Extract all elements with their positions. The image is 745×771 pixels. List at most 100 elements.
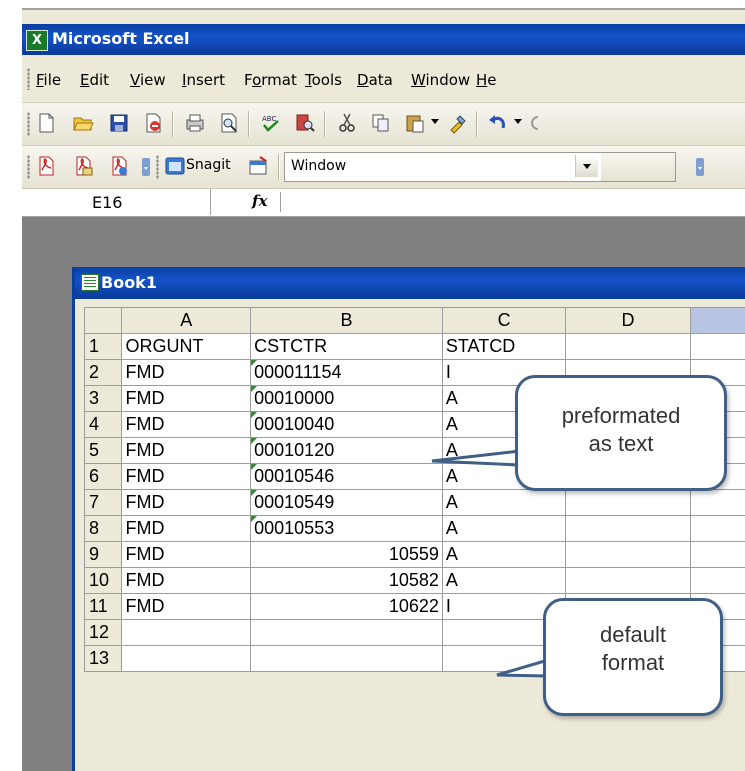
cell-c-8[interactable]: A: [441, 515, 567, 542]
cell-b-5[interactable]: 00010120: [250, 437, 443, 464]
title-bar[interactable]: X Microsoft Excel: [22, 24, 745, 55]
cell-e-1[interactable]: [689, 333, 745, 360]
paste-icon[interactable]: [404, 112, 426, 134]
undo-icon[interactable]: [487, 112, 509, 134]
column-header-a[interactable]: A: [121, 307, 252, 334]
number-as-text-indicator-icon[interactable]: [251, 438, 258, 444]
cut-icon[interactable]: [336, 112, 358, 134]
research-icon[interactable]: [294, 112, 316, 134]
cell-b-7[interactable]: 00010549: [250, 489, 443, 516]
row-header[interactable]: 2: [83, 359, 123, 386]
cell-a-1[interactable]: ORGUNT: [121, 333, 252, 360]
number-as-text-indicator-icon[interactable]: [251, 516, 258, 522]
print-preview-icon[interactable]: [218, 112, 240, 134]
cell-a-12[interactable]: [121, 619, 252, 646]
cell-e-10[interactable]: [689, 567, 745, 594]
insert-function-icon[interactable]: fx: [252, 192, 267, 210]
toolbar-options-icon[interactable]: [696, 158, 704, 176]
cell-a-6[interactable]: FMD: [121, 463, 252, 490]
cell-c-9[interactable]: A: [441, 541, 567, 568]
cell-e-9[interactable]: [689, 541, 745, 568]
cell-b-3[interactable]: 00010000: [250, 385, 443, 412]
workbook-title-bar[interactable]: Book1: [75, 267, 745, 299]
cell-a-11[interactable]: FMD: [121, 593, 252, 620]
cell-a-5[interactable]: FMD: [121, 437, 252, 464]
cell-d-1[interactable]: [565, 333, 691, 360]
number-as-text-indicator-icon[interactable]: [251, 412, 258, 418]
menu-item-file[interactable]: File: [36, 71, 61, 89]
row-header[interactable]: 5: [83, 437, 123, 464]
cell-d-7[interactable]: [565, 489, 691, 516]
new-document-icon[interactable]: [35, 112, 57, 134]
menu-item-he[interactable]: He: [476, 71, 497, 89]
name-box[interactable]: E16: [22, 189, 211, 215]
paste-dropdown-icon[interactable]: [431, 119, 439, 124]
snagit-icon[interactable]: [164, 155, 186, 177]
row-header[interactable]: 10: [83, 567, 123, 594]
undo-dropdown-icon[interactable]: [514, 119, 522, 124]
column-header-e[interactable]: [689, 307, 745, 334]
pdf-email-icon[interactable]: [72, 155, 94, 177]
spelling-icon[interactable]: ABC: [260, 112, 282, 134]
workbook-icon[interactable]: [81, 274, 99, 291]
snagit-profile-icon[interactable]: [248, 155, 270, 177]
cell-a-4[interactable]: FMD: [121, 411, 252, 438]
column-header-d[interactable]: D: [565, 307, 691, 334]
cell-b-8[interactable]: 00010553: [250, 515, 443, 542]
row-header[interactable]: 1: [83, 333, 123, 360]
cell-a-13[interactable]: [121, 645, 252, 672]
cell-b-9[interactable]: 10559: [250, 541, 443, 568]
row-header[interactable]: 3: [83, 385, 123, 412]
print-icon[interactable]: [184, 112, 206, 134]
cell-b-1[interactable]: CSTCTR: [250, 333, 443, 360]
row-header[interactable]: 6: [83, 463, 123, 490]
redo-icon[interactable]: [528, 112, 538, 134]
cell-a-3[interactable]: FMD: [121, 385, 252, 412]
cell-a-8[interactable]: FMD: [121, 515, 252, 542]
cell-a-9[interactable]: FMD: [121, 541, 252, 568]
number-as-text-indicator-icon[interactable]: [251, 360, 258, 366]
cell-b-13[interactable]: [250, 645, 443, 672]
open-folder-icon[interactable]: [72, 112, 94, 134]
cell-e-8[interactable]: [689, 515, 745, 542]
snagit-button-label[interactable]: Snagit: [186, 157, 231, 173]
cell-c-1[interactable]: STATCD: [441, 333, 567, 360]
capture-mode-dropdown-button[interactable]: [575, 155, 598, 177]
cell-e-7[interactable]: [689, 489, 745, 516]
cell-d-9[interactable]: [565, 541, 691, 568]
menu-item-data[interactable]: Data: [357, 71, 393, 89]
cell-b-12[interactable]: [250, 619, 443, 646]
format-painter-icon[interactable]: [447, 112, 469, 134]
menu-item-edit[interactable]: Edit: [80, 71, 109, 89]
cell-b-10[interactable]: 10582: [250, 567, 443, 594]
cell-c-7[interactable]: A: [441, 489, 567, 516]
menu-item-format[interactable]: Format: [244, 71, 297, 89]
column-header-c[interactable]: C: [441, 307, 567, 334]
row-header[interactable]: 8: [83, 515, 123, 542]
copy-icon[interactable]: [370, 112, 392, 134]
row-header[interactable]: 7: [83, 489, 123, 516]
save-icon[interactable]: [108, 112, 130, 134]
number-as-text-indicator-icon[interactable]: [251, 464, 258, 470]
menubar-grip-handle[interactable]: [27, 68, 30, 90]
menu-item-insert[interactable]: Insert: [182, 71, 225, 89]
row-header[interactable]: 13: [83, 645, 123, 672]
number-as-text-indicator-icon[interactable]: [251, 386, 258, 392]
cell-b-2[interactable]: 000011154: [250, 359, 443, 386]
column-header-b[interactable]: B: [250, 307, 443, 334]
cell-c-10[interactable]: A: [441, 567, 567, 594]
toolbar-grip-handle[interactable]: [27, 112, 30, 136]
menu-item-window[interactable]: Window: [411, 71, 470, 89]
excel-app-icon[interactable]: X: [26, 30, 48, 51]
cell-a-2[interactable]: FMD: [121, 359, 252, 386]
cell-d-8[interactable]: [565, 515, 691, 542]
cell-b-4[interactable]: 00010040: [250, 411, 443, 438]
cell-b-11[interactable]: 10622: [250, 593, 443, 620]
toolbar-options-icon[interactable]: [142, 158, 150, 176]
cell-d-10[interactable]: [565, 567, 691, 594]
cell-a-7[interactable]: FMD: [121, 489, 252, 516]
number-as-text-indicator-icon[interactable]: [251, 490, 258, 496]
row-header[interactable]: 4: [83, 411, 123, 438]
permission-icon[interactable]: [142, 112, 164, 134]
capture-mode-select[interactable]: Window: [284, 152, 676, 182]
